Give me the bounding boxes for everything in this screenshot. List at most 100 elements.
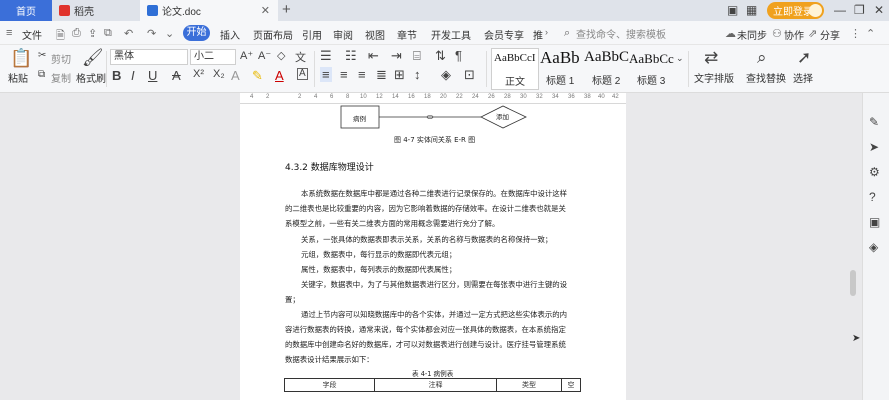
text-layout-icon[interactable]: ⇄ — [704, 48, 718, 68]
highlight-icon[interactable]: ✎ — [252, 68, 263, 84]
document-page[interactable]: 病例 添加 图 4-7 实体间关系 E-R 图 4.3.2 数据库物理设计 本系… — [240, 104, 626, 400]
maximize-button[interactable]: ❐ — [854, 3, 865, 17]
menu-insert[interactable]: 插入 — [220, 27, 240, 42]
menu-chapter[interactable]: 章节 — [397, 27, 417, 42]
distribute-icon[interactable]: ⊞ — [394, 67, 405, 83]
menu-devtools[interactable]: 开发工具 — [431, 27, 471, 42]
font-name-select[interactable]: 黑体 — [110, 49, 188, 65]
align-left-icon[interactable]: ≡ — [320, 67, 332, 82]
text-effect-icon[interactable]: A — [231, 68, 240, 83]
underline-icon[interactable]: U — [148, 68, 157, 83]
shading-icon[interactable]: ◈ — [441, 67, 451, 83]
font-color-icon[interactable]: A — [275, 68, 284, 83]
vertical-scrollbar[interactable] — [848, 93, 858, 400]
style-heading3[interactable]: AaBbCc 标题 3 — [629, 48, 674, 90]
phonetic-icon[interactable]: 文 — [295, 49, 306, 65]
align-center-icon[interactable]: ≡ — [340, 67, 348, 82]
layout-icon[interactable]: ▣ — [727, 3, 738, 17]
ruler[interactable]: 4 2 2 4 6 8 10 12 14 16 18 20 22 24 26 2… — [240, 93, 626, 104]
search-input[interactable]: 查找命令、搜索模板 — [576, 26, 666, 41]
data-table[interactable]: 字段 注释 类型 空 — [284, 378, 581, 392]
help-icon[interactable]: ? — [869, 190, 876, 204]
justify-icon[interactable]: ≣ — [376, 67, 387, 83]
strikethrough-icon[interactable]: A — [172, 68, 181, 83]
grid-icon[interactable]: ▦ — [746, 3, 757, 17]
subscript-icon[interactable]: X₂ — [213, 68, 225, 80]
format-painter-icon[interactable]: 🖌 — [82, 48, 104, 68]
image-icon[interactable]: ▣ — [869, 215, 880, 229]
hamburger-icon[interactable]: ≡ — [6, 27, 12, 39]
scrollbar-thumb[interactable] — [850, 270, 856, 296]
new-tab-button[interactable]: + — [282, 1, 291, 18]
chevron-right-icon[interactable]: › — [545, 27, 548, 37]
menu-view[interactable]: 视图 — [365, 27, 385, 42]
select-button[interactable]: 选择 — [793, 70, 813, 85]
bold-icon[interactable]: B — [112, 68, 121, 83]
print-icon[interactable]: ⎙ — [72, 27, 81, 40]
cut-button[interactable]: 剪切 — [51, 51, 71, 66]
format-painter-button[interactable]: 格式刷 — [76, 70, 106, 85]
collab-button[interactable]: 协作 — [784, 27, 804, 42]
menu-layout[interactable]: 页面布局 — [253, 27, 293, 42]
show-marks-icon[interactable]: ¶ — [455, 48, 462, 63]
text-layout-button[interactable]: 文字排版 — [694, 70, 734, 85]
chevron-down-icon[interactable]: ⌄ — [165, 27, 174, 40]
paste-button[interactable]: 粘贴 — [8, 70, 28, 85]
login-button[interactable]: 立即登录 — [767, 2, 824, 19]
close-button[interactable]: ✕ — [874, 3, 884, 17]
tab-home[interactable]: 首页 — [0, 0, 52, 21]
menu-more[interactable]: 推 — [533, 27, 543, 42]
superscript-icon[interactable]: X² — [193, 68, 204, 80]
font-size-select[interactable]: 小二 — [190, 49, 236, 65]
menu-member[interactable]: 会员专享 — [484, 27, 524, 42]
style-heading1[interactable]: AaBb 标题 1 — [540, 48, 585, 90]
tab-doc[interactable]: 论文.doc ✕ — [140, 0, 278, 21]
more-icon[interactable]: ⋮ — [850, 27, 861, 40]
undo-icon[interactable]: ↶ — [124, 27, 133, 40]
pen-icon[interactable]: ✎ — [869, 115, 879, 129]
numbered-list-icon[interactable]: ☷ — [345, 48, 357, 64]
save-icon[interactable]: 🗎 — [56, 27, 65, 46]
style-normal[interactable]: AaBbCcI 正文 — [491, 48, 539, 90]
minimize-button[interactable]: — — [834, 3, 846, 17]
copy-button[interactable]: 复制 — [51, 70, 71, 85]
location-icon[interactable]: ◈ — [869, 240, 878, 254]
settings-sliders-icon[interactable]: ⚙ — [869, 165, 880, 179]
italic-icon[interactable]: I — [131, 68, 135, 83]
close-tab-icon[interactable]: ✕ — [261, 4, 270, 17]
styles-more-icon[interactable]: ⌄ — [676, 53, 684, 64]
menu-start[interactable]: 开始 — [183, 25, 210, 41]
paste-icon[interactable]: 📋 — [10, 48, 32, 69]
menu-review[interactable]: 审阅 — [333, 27, 353, 42]
line-spacing-icon[interactable]: ↕ — [414, 67, 421, 82]
copy-icon[interactable]: ⧉ — [38, 69, 45, 80]
menu-reference[interactable]: 引用 — [302, 27, 322, 42]
grow-font-icon[interactable]: A⁺ — [240, 49, 253, 62]
redo-icon[interactable]: ↷ — [147, 27, 156, 40]
tab-doc-label: 论文.doc — [162, 7, 201, 18]
preview-icon[interactable]: ⧉ — [104, 27, 112, 40]
export-icon[interactable]: ⇪ — [88, 27, 97, 40]
chinese-layout-icon[interactable]: ⌸ — [413, 48, 421, 64]
increase-indent-icon[interactable]: ⇥ — [391, 48, 402, 64]
char-border-icon[interactable]: A — [297, 68, 308, 80]
cursor-icon[interactable]: ➚ — [797, 48, 811, 68]
bullet-list-icon[interactable]: ☰ — [320, 48, 332, 64]
tab-daoke[interactable]: 稻壳 — [52, 0, 138, 21]
find-replace-button[interactable]: 查找替换 — [746, 70, 786, 85]
divider — [106, 51, 107, 87]
border-icon[interactable]: ⊡ — [464, 67, 475, 83]
style-heading2[interactable]: AaBbC 标题 2 — [584, 48, 629, 90]
clear-format-icon[interactable]: ◇ — [277, 49, 285, 62]
align-right-icon[interactable]: ≡ — [358, 67, 366, 82]
cut-icon[interactable]: ✂ — [38, 50, 46, 61]
unsynced-label[interactable]: 未同步 — [737, 27, 767, 42]
sort-icon[interactable]: ⇅ — [435, 48, 446, 64]
collapse-ribbon-icon[interactable]: ⌃ — [866, 27, 875, 40]
shrink-font-icon[interactable]: A⁻ — [258, 49, 271, 62]
decrease-indent-icon[interactable]: ⇤ — [368, 48, 379, 64]
find-icon[interactable]: ⌕ — [757, 48, 767, 68]
menu-file[interactable]: 文件 — [22, 27, 42, 42]
share-button[interactable]: 分享 — [820, 27, 840, 42]
pointer-icon[interactable]: ➤ — [869, 140, 879, 154]
